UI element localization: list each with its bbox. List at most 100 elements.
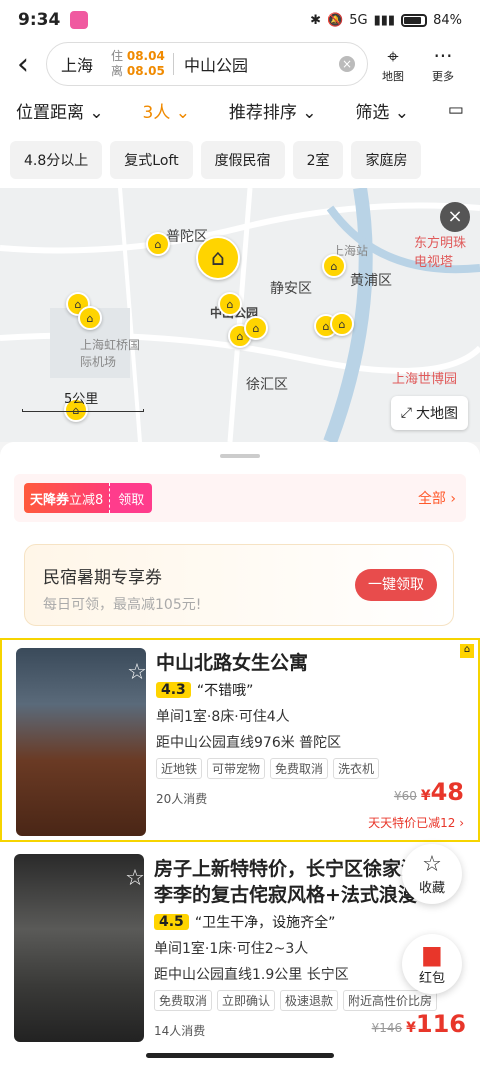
listing-distance: 距中山公园直线976米 普陀区 [156,735,342,751]
listing-tags: 免费取消 立即确认 极速退款 附近高性价比房 [154,990,466,1011]
coupon-title: 天降券 [30,492,70,508]
favorite-label: 收藏 [418,880,445,896]
map-scale-bar [22,409,144,412]
promo-banner[interactable]: 民宿暑期专享券 每日可领，最高减105元! 一键领取 [24,544,454,626]
signal-icon: ▮▮▮ [373,12,396,28]
status-time: 9:34 [18,10,61,30]
checkout-date: 08.05 [126,64,165,78]
clear-icon[interactable]: × [339,56,355,72]
search-keyword[interactable]: 中山公园 [184,52,339,76]
map-button-label: 地图 [382,70,404,83]
checkin-date: 08.04 [126,49,165,63]
top-bar: ‹ 上海 住 08.04 离 08.05 中山公园 × ⌖ 地图 ··· 更多 [0,40,480,88]
filter-sort-label: 推荐排序 [228,102,297,123]
house-pin[interactable]: ⌂ [218,292,242,316]
listing-consumed: 14人消费 [154,1024,206,1038]
coupon-bar[interactable]: 天降券 立减8 领取 全部 › [14,474,466,522]
coupon-desc: 天降券 立减8 [24,483,110,513]
date-range[interactable]: 住 08.04 离 08.05 [111,49,171,79]
battery-icon [401,13,428,27]
filter-more[interactable]: 筛选 ⌄ [355,98,409,123]
listing-info: 中山北路女生公寓 4.3 “不错哦” 单间1室·8床·可住4人 距中山公园直线9… [156,650,464,779]
map-button[interactable]: ⌖ 地图 [368,44,418,84]
house-pin[interactable]: ⌂ [146,232,170,256]
map-scale-label: 5公里 [64,392,99,407]
bluetooth-icon: ✱ [310,12,322,28]
map-label-oriental: 东方明珠电视塔 [414,236,467,270]
listing-price: ¥60 ¥48 [394,778,464,806]
filter-location-label: 位置距离 [16,102,84,123]
filter-guests[interactable]: 3人 ⌄ [143,98,190,123]
star-icon[interactable]: ☆ [122,866,144,892]
mute-icon: 🔕 [327,12,344,28]
big-map-label: 大地图 [416,406,458,422]
listing-tag: 极速退款 [280,990,339,1011]
favorite-float-button[interactable]: ☆ 收藏 [402,844,462,904]
listing-tag: 洗衣机 [333,758,380,779]
listing-tag: 近地铁 [156,758,203,779]
city-label[interactable]: 上海 [61,52,111,76]
coupon-claim[interactable]: 领取 [109,483,153,513]
chip[interactable]: 度假民宿 [200,141,285,179]
map-label-xuhui: 徐汇区 [246,377,288,393]
promo-claim-button[interactable]: 一键领取 [355,569,437,601]
map-view[interactable]: 普陀区 静安区 黄浦区 徐汇区 中山公园 上海站 上海虹桥国际机场 东方明珠电视… [0,188,480,442]
filter-guests-label: 3人 [142,102,171,123]
map-scale: 5公里 [22,388,144,412]
listing-rooms: 单间1室·8床·可住4人 [156,709,290,725]
divider [173,53,174,75]
home-indicator[interactable] [146,1053,334,1058]
chip[interactable]: 4.8分以上 [10,141,103,179]
chip[interactable]: 2室 [292,141,344,179]
search-box[interactable]: 上海 住 08.04 离 08.05 中山公园 × [46,42,368,86]
red-packet-float-button[interactable]: ▆ 红包 [402,934,462,994]
checkin-label: 住 [111,49,124,63]
big-map-button[interactable]: ⤢ 大地图 [390,396,468,430]
filter-sort[interactable]: 推荐排序 ⌄ [229,98,317,123]
current-price: ¥116 [406,1010,466,1038]
back-button[interactable]: ‹ [0,47,46,82]
listing-title[interactable]: 中山北路女生公寓 [156,650,464,676]
listing-discount[interactable]: 天天特价已减12 › [368,814,464,831]
house-pin[interactable]: ⌂ [244,316,268,340]
coupon-amount: 立减8 [69,492,104,508]
house-pin[interactable]: ⌂ [322,254,346,278]
listing-photo[interactable]: ☆ [14,854,144,1042]
map-label-huangpu: 黄浦区 [350,273,392,289]
more-button-label: 更多 [432,70,454,83]
quick-filter-chips: 4.8分以上 复式Loft 度假民宿 2室 家庭房 [0,132,480,188]
more-button[interactable]: ··· 更多 [418,44,468,84]
coupon-all-link[interactable]: 全部 › [418,488,456,508]
listing-tag: 附近高性价比房 [343,990,438,1011]
current-price: ¥48 [420,778,464,806]
listing-card[interactable]: ☆ ⌂ 中山北路女生公寓 4.3 “不错哦” 单间1室·8床·可住4人 距中山公… [0,638,480,842]
sheet-drag-handle[interactable] [220,454,260,458]
old-price: ¥146 [371,1021,403,1035]
chip[interactable]: 复式Loft [110,141,193,179]
checkout-label: 离 [111,64,124,78]
listing-consumed: 20人消费 [156,792,208,806]
rating-review: “不错哦” [196,683,254,699]
list-view-icon[interactable]: ▭ [448,100,464,120]
house-pin-selected[interactable]: ⌂ [196,236,240,280]
house-pin[interactable]: ⌂ [330,312,354,336]
rating-review: “卫生干净，设施齐全” [194,915,336,931]
map-close-button[interactable]: × [440,202,470,232]
listing-photo[interactable]: ☆ [16,648,146,836]
filter-location[interactable]: 位置距离 ⌄ [16,98,104,123]
chip[interactable]: 家庭房 [351,141,422,179]
filter-bar: 位置距离 ⌄ 3人 ⌄ 推荐排序 ⌄ 筛选 ⌄ ▭ [0,88,480,132]
red-packet-label: 红包 [418,970,445,986]
red-packet-icon: ▆ [423,941,441,967]
listing-rating: 4.5 “卫生干净，设施齐全” [154,912,466,932]
star-icon[interactable]: ☆ [124,660,146,686]
rating-score: 4.5 [154,914,189,930]
filter-more-label: 筛选 [355,102,390,123]
house-pin[interactable]: ⌂ [78,306,102,330]
network-label: 5G [349,12,368,28]
coupon-all-label: 全部 [417,491,446,507]
expand-icon: ⤢ [400,405,412,421]
listing-tags: 近地铁 可带宠物 免费取消 洗衣机 [156,758,464,779]
listing-tag: 免费取消 [270,758,329,779]
coupon-tag[interactable]: 天降券 立减8 领取 [24,483,153,513]
